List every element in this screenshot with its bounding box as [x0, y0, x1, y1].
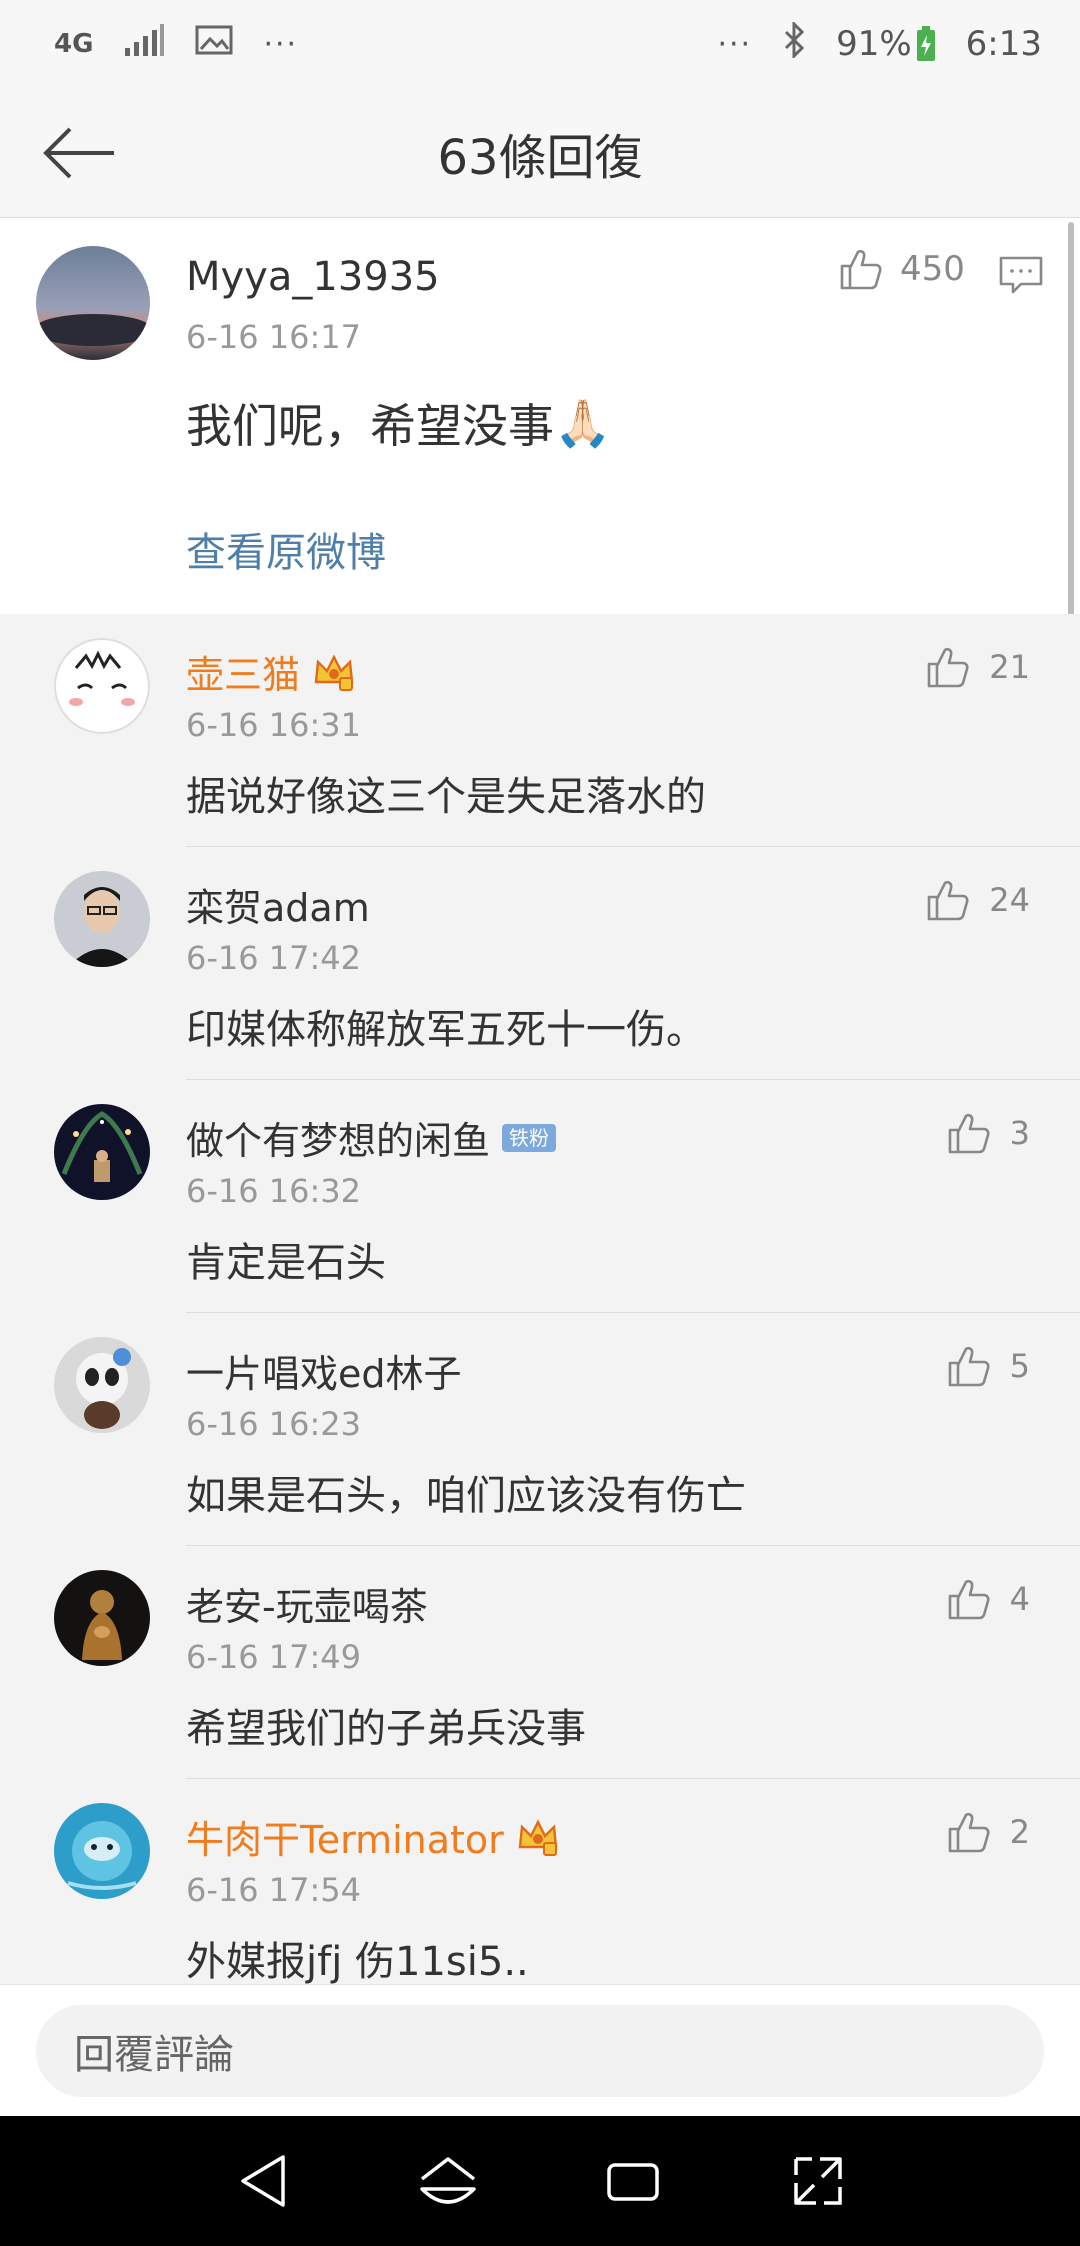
battery-percent: 91% [836, 24, 912, 64]
comment-text: 我们呢，希望没事 🙏🏻 [186, 390, 611, 456]
like-button[interactable]: 21 [925, 644, 1030, 690]
reply-time: 6-16 16:32 [186, 1172, 362, 1210]
status-bar: 4G ··· ··· 91% 6:13 [0, 0, 1080, 88]
fan-badge: 铁粉 [502, 1123, 557, 1152]
avatar[interactable] [54, 638, 150, 734]
reply-username[interactable]: 一片唱戏ed林子 [186, 1343, 462, 1398]
reply-username-text: 壶三猫 [186, 653, 301, 697]
nav-home-button[interactable] [383, 2131, 513, 2231]
like-button[interactable]: 2 [946, 1809, 1030, 1855]
more-indicators: ··· [717, 26, 753, 62]
reply-input-bar: 回覆評論 [0, 1984, 1080, 2116]
thumbs-up-icon [948, 1113, 990, 1154]
list-item: 壶三猫 6-16 16:31 据说好像这三个是失足落水的 21 [0, 614, 1080, 847]
reply-text: 据说好像这三个是失足落水的 [186, 774, 706, 820]
reply-username[interactable]: 壶三猫 [186, 644, 356, 699]
nav-recents-icon [606, 2163, 659, 2201]
avatar[interactable] [36, 246, 150, 360]
reply-time: 6-16 16:23 [186, 1405, 362, 1443]
expand-screen-icon [793, 2157, 842, 2205]
image-icon [195, 24, 233, 65]
reply-username-text: 牛肉干Terminator [186, 1818, 504, 1862]
status-left: 4G ··· [54, 23, 299, 65]
avatar[interactable] [54, 1803, 150, 1899]
list-item: 老安-玩壶喝茶 6-16 17:49 希望我们的子弟兵没事 4 [0, 1546, 1080, 1779]
back-button[interactable] [40, 118, 120, 188]
reply-username[interactable]: 牛肉干Terminator [186, 1809, 560, 1864]
bluetooth-icon [782, 19, 806, 67]
system-nav-bar [0, 2116, 1080, 2246]
like-count: 2 [1009, 1813, 1030, 1851]
list-item: 一片唱戏ed林子 6-16 16:23 如果是石头，咱们应该没有伤亡 5 [0, 1313, 1080, 1546]
reply-text: 印媒体称解放军五死十一伤。 [186, 1007, 706, 1053]
like-count: 24 [989, 881, 1030, 919]
thumbs-up-icon [927, 647, 969, 688]
like-button[interactable]: 4 [946, 1576, 1030, 1622]
reply-list: 壶三猫 6-16 16:31 据说好像这三个是失足落水的 21 栾贺adam 6… [0, 614, 1080, 1984]
back-arrow-icon [43, 127, 114, 179]
status-right: ··· 91% 6:13 [717, 19, 1042, 67]
reply-text: 如果是石头，咱们应该没有伤亡 [186, 1473, 746, 1519]
like-button[interactable]: 450 [838, 246, 965, 292]
thumbs-up-icon [927, 880, 969, 921]
like-count: 5 [1009, 1347, 1030, 1385]
reply-input[interactable]: 回覆評論 [36, 2005, 1044, 2097]
battery-icon [916, 26, 936, 62]
original-comment: Myya_13935 6-16 16:17 我们呢，希望没事 🙏🏻 查看原微博 … [0, 218, 1080, 614]
reply-text: 希望我们的子弟兵没事 [186, 1706, 586, 1752]
more-notifications: ··· [263, 26, 299, 62]
avatar[interactable] [54, 1104, 150, 1200]
list-item: 栾贺adam 6-16 17:42 印媒体称解放军五死十一伤。 24 [0, 847, 1080, 1080]
clock: 6:13 [965, 24, 1042, 64]
thumbs-up-icon [948, 1579, 990, 1620]
avatar[interactable] [54, 1570, 150, 1666]
signal-icon [123, 23, 165, 65]
like-button[interactable]: 3 [946, 1110, 1030, 1156]
reply-time: 6-16 17:49 [186, 1638, 362, 1676]
nav-home-icon [419, 2157, 476, 2204]
network-indicator: 4G [54, 29, 94, 59]
avatar[interactable] [54, 871, 150, 967]
nav-back-icon [240, 2155, 285, 2207]
avatar[interactable] [54, 1337, 150, 1433]
nav-recents-button[interactable] [568, 2131, 698, 2231]
thumbs-up-icon [948, 1812, 990, 1853]
reply-text: 外媒报jfj 伤11si5.. [186, 1939, 529, 1984]
view-original-link[interactable]: 查看原微博 [186, 520, 386, 578]
like-count: 4 [1009, 1580, 1030, 1618]
thumbs-up-icon [840, 249, 882, 290]
like-count: 3 [1009, 1114, 1030, 1152]
reply-username[interactable]: 做个有梦想的闲鱼 铁粉 [186, 1110, 557, 1165]
list-item: 做个有梦想的闲鱼 铁粉 6-16 16:32 肯定是石头 3 [0, 1080, 1080, 1313]
like-button[interactable]: 5 [946, 1343, 1030, 1389]
reply-time: 6-16 16:31 [186, 706, 362, 744]
list-item: 牛肉干Terminator 6-16 17:54 外媒报jfj 伤11si5..… [0, 1779, 1080, 1984]
reply-text: 肯定是石头 [186, 1240, 386, 1286]
reply-username[interactable]: 栾贺adam [186, 877, 370, 932]
thumbs-up-icon [948, 1346, 990, 1387]
reply-username[interactable]: 老安-玩壶喝茶 [186, 1576, 428, 1631]
vip-crown-icon [518, 1818, 558, 1856]
pray-emoji: 🙏🏻 [554, 395, 612, 450]
reply-button[interactable] [998, 254, 1044, 302]
like-count: 450 [900, 249, 965, 289]
comment-icon [999, 256, 1043, 294]
reply-time: 6-16 17:54 [186, 1871, 362, 1909]
like-button[interactable]: 24 [925, 877, 1030, 923]
reply-username-text: 做个有梦想的闲鱼 [186, 1119, 491, 1163]
like-count: 21 [989, 648, 1030, 686]
page-title: 63條回復 [437, 129, 643, 186]
comment-time: 6-16 16:17 [186, 318, 362, 356]
vip-crown-icon [314, 653, 354, 691]
nav-expand-button[interactable] [753, 2131, 883, 2231]
comment-text-body: 我们呢，希望没事 [186, 399, 554, 453]
nav-back-button[interactable] [198, 2131, 328, 2231]
comment-username[interactable]: Myya_13935 [186, 254, 440, 300]
reply-time: 6-16 17:42 [186, 939, 362, 977]
app-header: 63條回復 [0, 88, 1080, 218]
